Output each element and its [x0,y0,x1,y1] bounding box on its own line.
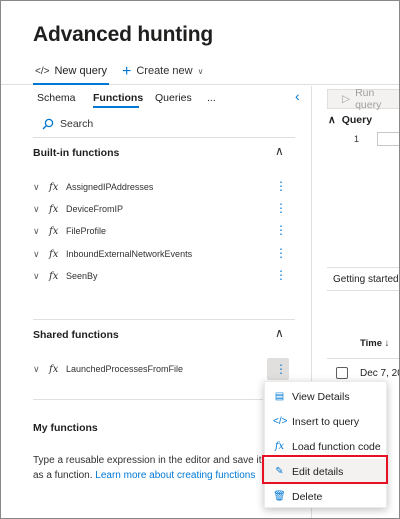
functions-tab-indicator [93,106,139,108]
divider [33,319,295,320]
list-item[interactable]: ∨ fx LaunchedProcessesFromFile [33,360,293,378]
fx-icon: fx [49,248,59,260]
chevron-down-icon[interactable]: ∨ [33,271,49,282]
chevron-down-icon[interactable]: ∨ [33,204,49,215]
menu-item-label: Insert to query [292,415,360,428]
chevron-down-icon[interactable]: ∨ [33,226,49,237]
more-options-icon[interactable]: ⋮ [275,202,287,214]
search-input[interactable]: Search [60,118,93,130]
chevron-down-icon[interactable]: ∨ [33,364,49,375]
list-item[interactable]: ∨ fx FileProfile [33,222,293,240]
page-title: Advanced hunting [33,23,213,46]
builtin-functions-title: Built-in functions [33,147,120,159]
create-new-label: Create new [136,65,193,77]
tab-more[interactable]: ... [207,92,216,104]
function-name: DeviceFromIP [66,204,124,214]
more-options-icon[interactable]: ⋮ [275,224,287,236]
menu-item-label: Load function code [292,440,381,453]
list-item[interactable]: ∨ fx InboundExternalNetworkEvents [33,245,293,263]
chevron-up-icon[interactable]: ∧ [275,144,284,158]
shared-functions-title: Shared functions [33,329,119,341]
fx-icon: fx [49,270,59,282]
document-icon: ▤ [274,391,285,402]
chevron-down-icon[interactable]: ∨ [33,249,49,260]
function-name: InboundExternalNetworkEvents [66,249,193,259]
play-icon: ▷ [342,93,351,105]
search-box[interactable]: Search [42,118,93,130]
time-column-header[interactable]: Time ↓ [360,338,389,349]
more-options-icon[interactable]: ⋮ [275,180,287,192]
menu-item-delete[interactable]: 🗑 Delete [265,484,388,509]
new-query-button[interactable]: </> New query [35,65,107,85]
context-menu: ▤ View Details </> Insert to query fx Lo… [264,381,388,509]
function-name: LaunchedProcessesFromFile [66,364,184,374]
tab-functions[interactable]: Functions [93,92,143,104]
toolbar: </> New query + Create new ∨ [1,61,399,85]
chevron-up-icon[interactable]: ∧ [275,326,284,340]
query-editor[interactable] [377,132,399,146]
tab-getting-started[interactable]: Getting started [327,267,399,291]
divider [33,137,295,138]
window: Advanced hunting </> New query + Create … [0,0,400,519]
chevron-down-icon: ∨ [197,66,204,76]
tab-queries[interactable]: Queries [155,92,192,104]
code-icon: </> [273,416,288,427]
list-item[interactable]: ∨ fx SeenBy [33,267,293,285]
function-name: AssignedIPAddresses [66,182,154,192]
tab-schema[interactable]: Schema [37,92,76,104]
fx-icon: fx [274,441,285,452]
my-functions-description: Type a reusable expression in the editor… [33,453,273,483]
list-item[interactable]: ∨ fx AssignedIPAddresses [33,178,293,196]
new-query-label: New query [54,65,108,77]
query-label: Query [341,114,373,126]
fx-icon: fx [49,225,59,237]
learn-more-link[interactable]: Learn more about creating functions [95,470,255,481]
chevron-up-icon: ∧ [328,114,336,126]
more-options-icon[interactable]: ⋮ [275,269,287,281]
menu-item-label: Delete [292,490,323,503]
delete-icon: 🗑 [273,491,286,502]
fx-icon: fx [49,181,59,193]
run-query-label: Run query [355,87,382,111]
fx-icon: fx [49,203,59,215]
divider [33,399,263,400]
list-item[interactable]: ∨ fx DeviceFromIP [33,200,293,218]
function-name: SeenBy [66,271,98,281]
menu-item-view-details[interactable]: ▤ View Details [265,384,388,409]
create-new-button[interactable]: + Create new ∨ [122,62,204,80]
plus-icon: + [122,62,132,80]
query-icon: </> [35,66,50,77]
chevron-down-icon[interactable]: ∨ [33,182,49,193]
search-icon [42,118,54,130]
callout-highlight [262,455,388,484]
query-section-header[interactable]: ∧ Query [328,114,372,126]
menu-item-insert-to-query[interactable]: </> Insert to query [265,409,388,434]
new-query-tab-indicator [33,83,109,85]
function-name: FileProfile [66,226,107,236]
menu-item-label: View Details [292,390,350,403]
divider [327,358,399,359]
fx-icon: fx [49,363,59,375]
more-options-icon[interactable]: ⋮ [275,247,287,259]
row-checkbox[interactable] [336,367,348,379]
collapse-panel-button[interactable]: ‹ [295,88,300,104]
line-number: 1 [354,134,360,144]
run-query-button[interactable]: ▷ Run query [327,87,399,111]
time-cell: Dec 7, 20 [360,368,400,379]
more-options-icon[interactable]: ⋮ [275,363,287,375]
my-functions-title: My functions [33,422,98,434]
